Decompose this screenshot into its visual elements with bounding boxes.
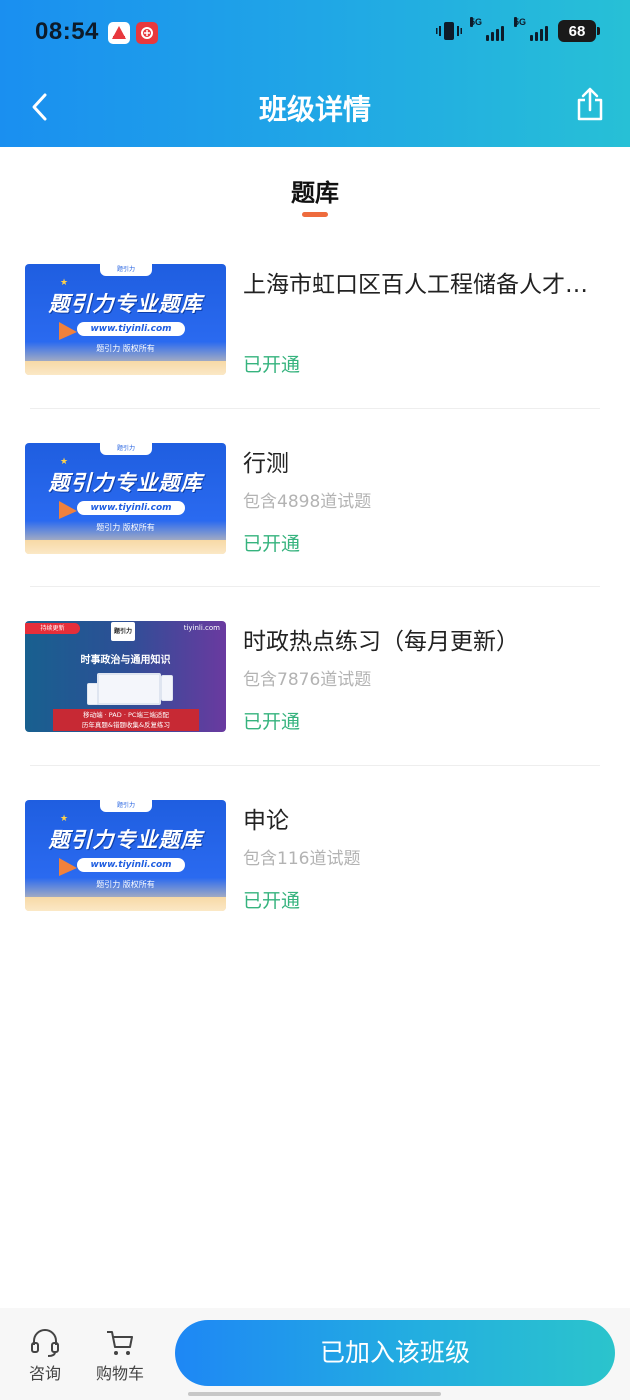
joined-class-button[interactable]: 已加入该班级 (175, 1320, 615, 1386)
cart-label: 购物车 (95, 1364, 144, 1383)
tab-bar: 题库 (0, 147, 630, 227)
app-notification-icon (136, 22, 158, 44)
bank-status: 已开通 (243, 532, 301, 555)
battery-icon: 68 (558, 20, 600, 42)
bank-thumbnail: 持续更新 题引力 tiyinli.com 时事政治与通用知识 移动端 · PAD… (25, 621, 226, 732)
bank-question-count: 包含116道试题 (243, 848, 361, 869)
thumbnail-logo: 题引力 (111, 622, 135, 641)
signal-icon: 5G (514, 17, 550, 41)
status-bar: 08:54 5G 5G 68 (0, 0, 630, 68)
status-indicators: 5G 5G 68 (436, 17, 600, 42)
star-icon: ★ (60, 278, 69, 288)
thumbnail-headline: 题引力专业题库 (48, 470, 203, 495)
cart-button[interactable]: 购物车 (90, 1328, 150, 1384)
thumbnail-url: www.tiyinli.com (77, 500, 185, 515)
signal-icon: 5G (470, 17, 506, 41)
headset-icon (31, 1329, 59, 1357)
bank-status: 已开通 (243, 354, 301, 376)
thumbnail-copyright: 题引力 版权所有 (96, 879, 155, 889)
bank-title: 申论 (243, 807, 289, 834)
thumbnail-brand: 题引力 (100, 442, 152, 455)
list-item[interactable]: 题引力 ★ 题引力专业题库 www.tiyinli.com 题引力 版权所有 上… (0, 230, 630, 409)
list-item[interactable]: 持续更新 题引力 tiyinli.com 时事政治与通用知识 移动端 · PAD… (0, 587, 630, 766)
question-bank-list: 题引力 ★ 题引力专业题库 www.tiyinli.com 题引力 版权所有 上… (0, 230, 630, 944)
nav-bar: 班级详情 (0, 68, 630, 147)
bank-status: 已开通 (243, 889, 301, 912)
page-title: 班级详情 (258, 93, 371, 126)
thumbnail-brand: 题引力 (100, 799, 152, 812)
status-time: 08:54 (35, 18, 99, 45)
monitor-illustration (97, 673, 161, 705)
app-notification-icon (108, 22, 130, 44)
shopping-cart-icon (107, 1331, 133, 1355)
consult-button[interactable]: 咨询 (15, 1328, 75, 1384)
thumbnail-copyright: 题引力 版权所有 (96, 522, 155, 532)
thumbnail-brand: 题引力 (100, 264, 152, 276)
thumbnail-banner-line: 历年真题&错题收集&反复练习 (81, 721, 171, 729)
thumbnail-copyright: 题引力 版权所有 (96, 344, 155, 353)
header: 08:54 5G 5G 68 班级详情 (0, 0, 630, 147)
tab-active-indicator (302, 212, 328, 217)
pencil-icon (59, 322, 77, 340)
bank-status: 已开通 (243, 711, 301, 733)
star-icon: ★ (60, 456, 69, 467)
thumbnail-url: www.tiyinli.com (77, 857, 185, 872)
thumbnail-footer (25, 896, 226, 911)
bank-title: 时政热点练习（每月更新） (243, 629, 519, 655)
home-indicator (188, 1392, 441, 1396)
thumbnail-headline: 题引力专业题库 (48, 292, 203, 316)
bottom-action-bar: 咨询 购物车 已加入该班级 (0, 1308, 630, 1400)
thumbnail-domain: tiyinli.com (183, 624, 220, 632)
consult-label: 咨询 (28, 1364, 61, 1383)
thumbnail-url: www.tiyinli.com (77, 322, 185, 336)
tab-question-bank[interactable]: 题库 (0, 173, 630, 208)
vibrate-icon (436, 22, 462, 40)
bank-thumbnail: 题引力 ★ 题引力专业题库 www.tiyinli.com 题引力 版权所有 (25, 799, 226, 911)
bank-question-count: 包含4898道试题 (243, 491, 372, 512)
thumbnail-banner-line: 移动端 · PAD · PC端三端适配 (83, 711, 169, 719)
thumbnail-banner: 移动端 · PAD · PC端三端适配 历年真题&错题收集&反复练习 (53, 709, 199, 731)
thumbnail-footer (25, 539, 226, 554)
list-item[interactable]: 题引力 ★ 题引力专业题库 www.tiyinli.com 题引力 版权所有 申… (0, 766, 630, 945)
bank-question-count: 包含7876道试题 (243, 670, 372, 690)
bank-title: 上海市虹口区百人工程储备人才题库 (243, 272, 593, 298)
list-item[interactable]: 题引力 ★ 题引力专业题库 www.tiyinli.com 题引力 版权所有 行… (0, 409, 630, 587)
bank-title: 行测 (243, 450, 289, 477)
thumbnail-footer (25, 361, 226, 375)
pencil-icon (59, 857, 77, 876)
share-icon (577, 87, 603, 121)
thumbnail-title: 时事政治与通用知识 (80, 655, 171, 666)
star-icon: ★ (60, 813, 69, 824)
pencil-icon (59, 500, 77, 519)
thumbnail-headline: 题引力专业题库 (48, 827, 203, 852)
thumbnail-badge: 持续更新 (25, 623, 80, 634)
share-button[interactable] (572, 86, 608, 124)
bank-thumbnail: 题引力 ★ 题引力专业题库 www.tiyinli.com 题引力 版权所有 (25, 442, 226, 554)
bank-thumbnail: 题引力 ★ 题引力专业题库 www.tiyinli.com 题引力 版权所有 (25, 264, 226, 375)
phone-illustration (161, 675, 173, 701)
